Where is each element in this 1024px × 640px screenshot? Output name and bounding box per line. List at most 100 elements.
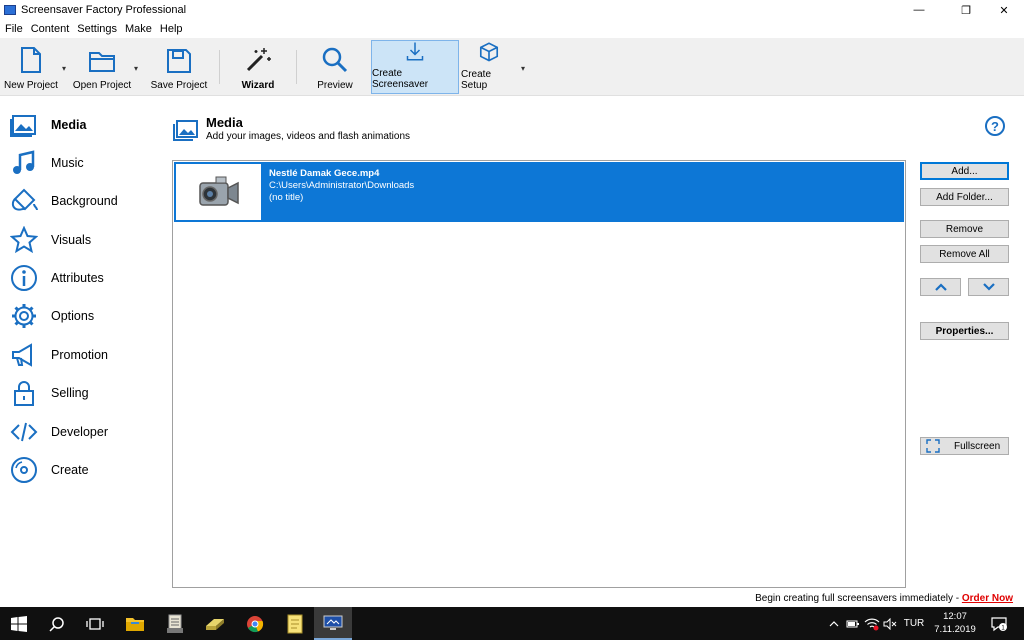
- eraser-app-icon: [206, 618, 224, 630]
- close-button[interactable]: ✕: [984, 0, 1024, 20]
- task-view-button[interactable]: [76, 607, 114, 640]
- sidebar-item-options[interactable]: Options: [10, 302, 160, 330]
- sidebar-item-selling[interactable]: Selling: [10, 379, 160, 407]
- create-screensaver-button[interactable]: Create Screensaver: [371, 40, 459, 94]
- order-now-link[interactable]: Order Now: [962, 593, 1013, 604]
- start-button[interactable]: [0, 607, 38, 640]
- taskbar-chrome[interactable]: [236, 607, 274, 640]
- menu-content[interactable]: Content: [31, 23, 70, 35]
- page-title: Media: [206, 115, 243, 130]
- new-document-icon: [21, 47, 41, 73]
- magic-wand-icon: [246, 48, 271, 72]
- disc-icon: [11, 457, 37, 483]
- tray-battery[interactable]: [845, 607, 861, 640]
- fullscreen-button[interactable]: Fullscreen: [920, 437, 1009, 455]
- menu-bar: File Content Settings Make Help: [0, 20, 1024, 38]
- media-list[interactable]: Nestlé Damak Gece.mp4 C:\Users\Administr…: [172, 160, 906, 588]
- sidebar-item-create[interactable]: Create: [10, 456, 160, 484]
- chevron-up-icon: [934, 283, 947, 291]
- promo-bar: Begin creating full screensavers immedia…: [755, 593, 1013, 604]
- new-project-button[interactable]: New Project: [2, 40, 60, 94]
- image-icon: [173, 120, 198, 141]
- preview-button[interactable]: Preview: [312, 40, 358, 94]
- lock-icon: [14, 381, 34, 406]
- move-down-button[interactable]: [968, 278, 1009, 296]
- sidebar-item-developer[interactable]: Developer: [10, 418, 160, 446]
- tray-volume[interactable]: [882, 607, 898, 640]
- video-thumbnail: [176, 164, 261, 220]
- remove-button[interactable]: Remove: [920, 220, 1009, 238]
- file-explorer-icon: [126, 617, 144, 631]
- minimize-button[interactable]: —: [899, 0, 939, 20]
- sidebar-item-music[interactable]: Music: [10, 149, 160, 177]
- toolbar: New Project ▾ Open Project ▾ Save Projec…: [0, 38, 1024, 96]
- taskbar-app-document[interactable]: [156, 607, 194, 640]
- folder-icon: [89, 52, 115, 72]
- search-taskbar-button[interactable]: [38, 607, 76, 640]
- maximize-button[interactable]: ❐: [946, 0, 986, 20]
- tray-network[interactable]: [863, 607, 881, 640]
- remove-all-button[interactable]: Remove All: [920, 245, 1009, 263]
- music-note-icon: [13, 150, 35, 174]
- chrome-icon: [247, 615, 264, 632]
- properties-button[interactable]: Properties...: [920, 322, 1009, 340]
- paint-bucket-icon: [11, 188, 38, 211]
- media-title: (no title): [269, 192, 304, 203]
- window-title: Screensaver Factory Professional: [21, 4, 187, 16]
- sidebar-item-visuals[interactable]: Visuals: [10, 226, 160, 254]
- add-button[interactable]: Add...: [920, 162, 1009, 180]
- move-up-button[interactable]: [920, 278, 961, 296]
- help-button[interactable]: ?: [985, 116, 1005, 136]
- menu-settings[interactable]: Settings: [77, 23, 117, 35]
- taskbar-clock[interactable]: 12:07 7.11.2019: [929, 610, 981, 636]
- tray-language[interactable]: TUR: [901, 607, 927, 640]
- search-icon: [49, 616, 64, 632]
- open-project-dropdown-icon[interactable]: ▾: [134, 64, 138, 73]
- taskbar-file-explorer[interactable]: [116, 607, 154, 640]
- magnifier-icon: [322, 47, 348, 73]
- wizard-button[interactable]: Wizard: [236, 40, 280, 94]
- menu-make[interactable]: Make: [125, 23, 152, 35]
- toolbar-separator: [219, 50, 220, 84]
- taskbar-app-notes[interactable]: [276, 607, 314, 640]
- media-item-details: Nestlé Damak Gece.mp4 C:\Users\Administr…: [269, 168, 414, 204]
- chevron-down-icon: [982, 283, 995, 291]
- tray-expand[interactable]: [826, 607, 842, 640]
- fullscreen-icon: [926, 439, 940, 453]
- taskbar-app-eraser[interactable]: [196, 607, 234, 640]
- sidebar-item-promotion[interactable]: Promotion: [10, 341, 160, 369]
- save-project-button[interactable]: Save Project: [150, 40, 208, 94]
- action-center-button[interactable]: 1: [986, 607, 1012, 640]
- menu-file[interactable]: File: [5, 23, 23, 35]
- page-subtitle: Add your images, videos and flash animat…: [206, 131, 411, 142]
- create-setup-button[interactable]: Create Setup: [461, 40, 517, 94]
- gear-icon: [12, 304, 36, 328]
- media-file-name: Nestlé Damak Gece.mp4: [269, 168, 380, 179]
- new-project-dropdown-icon[interactable]: ▾: [62, 64, 66, 73]
- media-list-item[interactable]: Nestlé Damak Gece.mp4 C:\Users\Administr…: [174, 162, 904, 222]
- network-icon: [864, 618, 880, 630]
- menu-help[interactable]: Help: [160, 23, 183, 35]
- clock-time: 12:07: [943, 611, 967, 622]
- toolbar-separator: [296, 50, 297, 84]
- clock-date: 7.11.2019: [934, 624, 976, 635]
- star-icon: [10, 226, 38, 254]
- package-box-icon: [479, 42, 499, 62]
- chevron-up-icon: [829, 620, 839, 626]
- sidebar-item-attributes[interactable]: Attributes: [10, 264, 160, 292]
- notification-icon: 1: [991, 616, 1007, 631]
- taskbar-screensaver-factory[interactable]: [314, 607, 352, 640]
- megaphone-icon: [12, 343, 32, 367]
- download-arrow-icon: [406, 42, 424, 61]
- info-icon: [11, 265, 37, 291]
- add-folder-button[interactable]: Add Folder...: [920, 188, 1009, 206]
- create-setup-dropdown-icon[interactable]: ▾: [521, 64, 525, 73]
- sidebar-item-media[interactable]: Media: [10, 111, 160, 139]
- title-bar: Screensaver Factory Professional: [0, 0, 1024, 20]
- screensaver-factory-icon: [323, 615, 343, 630]
- battery-icon: [846, 620, 859, 627]
- open-project-button[interactable]: Open Project: [72, 40, 132, 94]
- promo-text: Begin creating full screensavers immedia…: [755, 593, 962, 604]
- image-icon: [10, 115, 36, 137]
- sidebar-item-background[interactable]: Background: [10, 187, 160, 215]
